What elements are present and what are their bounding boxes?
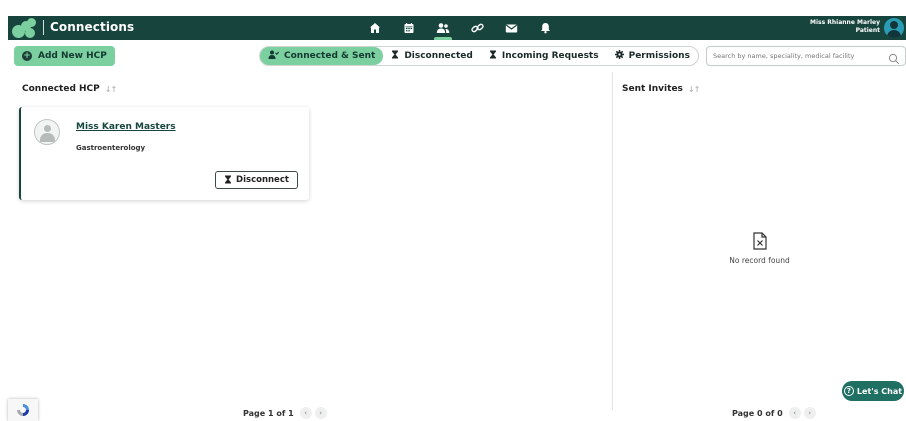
- tab-incoming-requests[interactable]: Incoming Requests: [481, 47, 607, 65]
- plus-icon: +: [22, 51, 32, 61]
- connected-pagination: Page 1 of 1 ‹ ›: [243, 407, 327, 419]
- avatar: [34, 119, 60, 145]
- file-x-icon: [752, 232, 768, 250]
- user-info[interactable]: Miss Rhianne Marley Patient: [810, 19, 880, 35]
- empty-state: No record found: [613, 232, 906, 265]
- sort-icon[interactable]: ↓↑: [688, 85, 700, 94]
- recaptcha-badge[interactable]: [8, 399, 38, 421]
- people-icon[interactable]: [426, 16, 460, 40]
- page-indicator: Page 0 of 0: [732, 408, 783, 418]
- tab-label: Disconnected: [404, 51, 473, 61]
- tab-permissions[interactable]: Permissions: [607, 47, 698, 65]
- tab-label: Incoming Requests: [501, 51, 599, 61]
- connected-hcp-heading: Connected HCP ↓↑: [22, 84, 117, 94]
- chat-label: Let's Chat: [856, 386, 903, 396]
- search-box: [706, 46, 906, 66]
- hourglass-icon: [391, 50, 399, 62]
- next-page-icon[interactable]: ›: [803, 407, 816, 419]
- chat-button[interactable]: ? Let's Chat: [842, 381, 904, 401]
- sent-invites-heading: Sent Invites ↓↑: [622, 84, 700, 94]
- user-name: Miss Rhianne Marley: [810, 19, 880, 26]
- panel-title-text: Connected HCP: [22, 84, 100, 94]
- bell-icon[interactable]: [528, 16, 562, 40]
- top-nav-bar: Connections Miss Rhianne Marley Patient: [8, 16, 906, 40]
- help-icon: ?: [843, 386, 854, 396]
- main-nav: [358, 16, 562, 40]
- prev-page-icon[interactable]: ‹: [299, 407, 312, 419]
- tab-label: Connected & Sent: [284, 51, 376, 61]
- gear-icon: [614, 50, 624, 62]
- search-input[interactable]: [713, 52, 883, 60]
- hourglass-icon: [489, 50, 497, 62]
- toolbar: + Add New HCP Connected & Sent Disconnec…: [8, 44, 906, 68]
- next-page-icon[interactable]: ›: [314, 407, 327, 419]
- panel-title-text: Sent Invites: [622, 84, 683, 94]
- link-icon[interactable]: [460, 16, 494, 40]
- tab-connected-sent[interactable]: Connected & Sent: [260, 47, 384, 65]
- prev-page-icon[interactable]: ‹: [788, 407, 801, 419]
- tab-label: Permissions: [628, 51, 690, 61]
- app-logo[interactable]: [12, 18, 38, 38]
- hcp-name-link[interactable]: Miss Karen Masters: [76, 122, 176, 132]
- user-check-icon: [268, 50, 280, 62]
- sort-icon[interactable]: ↓↑: [105, 85, 117, 94]
- home-icon[interactable]: [358, 16, 392, 40]
- page-indicator: Page 1 of 1: [243, 408, 294, 418]
- tab-disconnected[interactable]: Disconnected: [383, 47, 481, 65]
- disconnect-label: Disconnect: [236, 175, 289, 185]
- hcp-card: Miss Karen Masters Gastroenterology Disc…: [19, 107, 309, 200]
- app-root: Connections Miss Rhianne Marley Patient …: [0, 0, 906, 421]
- page-title: Connections: [50, 20, 135, 34]
- empty-message: No record found: [729, 256, 790, 265]
- search-icon[interactable]: [888, 50, 900, 65]
- user-role: Patient: [855, 27, 880, 34]
- calendar-icon[interactable]: [392, 16, 426, 40]
- sent-pagination: Page 0 of 0 ‹ ›: [732, 407, 816, 419]
- hcp-speciality: Gastroenterology: [76, 144, 146, 152]
- add-new-hcp-label: Add New HCP: [38, 51, 107, 61]
- title-separator: [43, 20, 44, 35]
- disconnect-button[interactable]: Disconnect: [215, 171, 298, 189]
- connected-hcp-panel: Connected HCP ↓↑ Miss Karen Masters Gast…: [8, 72, 612, 421]
- hourglass-icon: [224, 175, 232, 186]
- connection-tabs: Connected & Sent Disconnected Incoming R…: [259, 46, 699, 66]
- mail-icon[interactable]: [494, 16, 528, 40]
- add-new-hcp-button[interactable]: + Add New HCP: [14, 46, 115, 66]
- recaptcha-icon: [17, 404, 29, 416]
- user-avatar[interactable]: [884, 18, 904, 38]
- sent-invites-panel: Sent Invites ↓↑ No record found Page 0 o…: [613, 72, 906, 421]
